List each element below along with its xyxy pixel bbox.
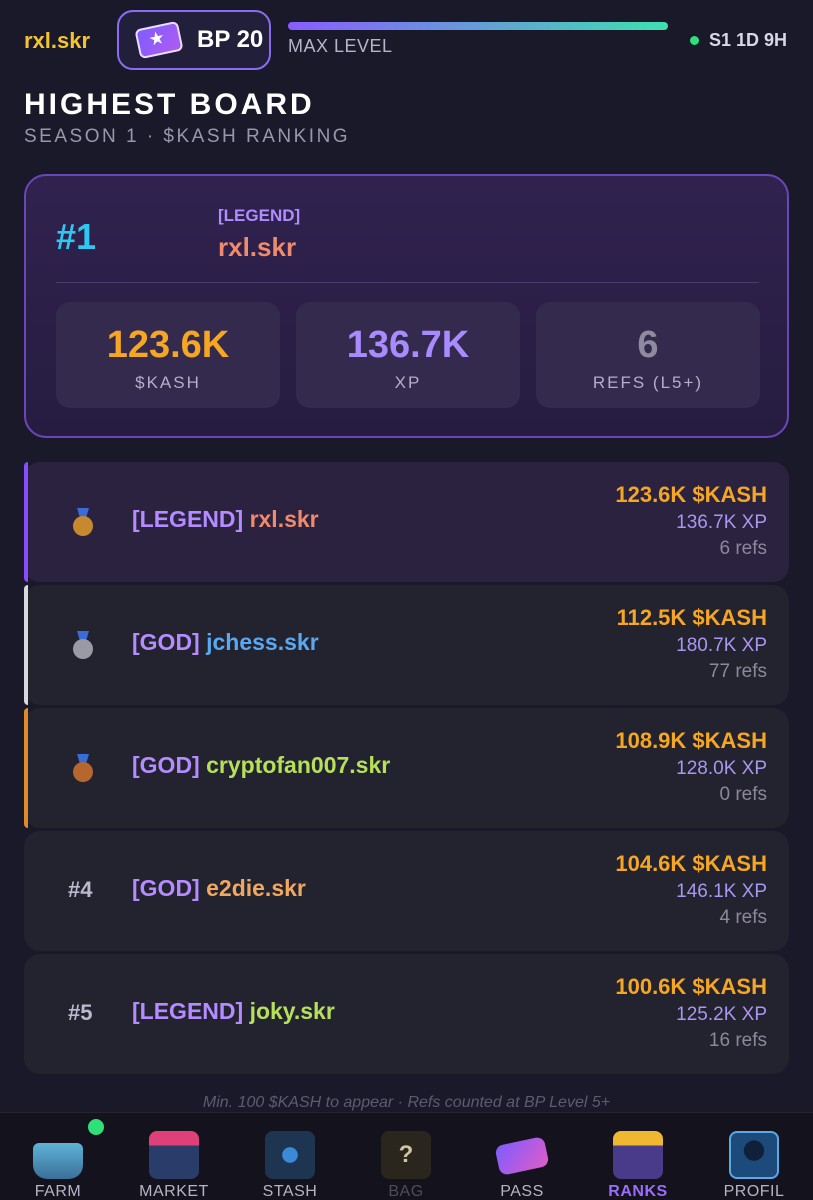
stat-value: 6 [637, 324, 659, 366]
header-username[interactable]: rxl.skr [24, 28, 90, 54]
nav-farm[interactable]: FARM [0, 1113, 116, 1200]
nav-stash[interactable]: STASH [232, 1113, 348, 1200]
row-tier: [GOD] [132, 875, 200, 901]
row-xp: 146.1K XP [676, 881, 767, 902]
row-accent [24, 462, 28, 582]
stat-label: REFS (L5+) [592, 373, 704, 392]
gold-medal-icon [72, 508, 94, 536]
vault-icon [265, 1131, 315, 1179]
bottom-nav: FARM MARKET STASH ? BAG PASS RANKS PROFI… [0, 1112, 813, 1200]
row-rank: #5 [68, 1000, 93, 1025]
leaderboard-row[interactable]: [GOD] cryptofan007.skr 108.9K $KASH 128.… [24, 708, 789, 828]
silver-medal-icon [72, 631, 94, 659]
nav-label: RANKS [608, 1183, 668, 1200]
row-xp: 128.0K XP [676, 758, 767, 779]
leaderboard-row[interactable]: #4 [GOD] e2die.skr 104.6K $KASH 146.1K X… [24, 831, 789, 951]
row-stats: 100.6K $KASH 125.2K XP 16 refs [615, 974, 767, 1052]
my-rank-card: #1 [LEGEND] rxl.skr 123.6K $KASH 136.7K … [24, 174, 789, 438]
nav-pass[interactable]: PASS [464, 1113, 580, 1200]
leaderboard-row[interactable]: #5 [LEGEND] joky.skr 100.6K $KASH 125.2K… [24, 954, 789, 1074]
row-tier: [GOD] [132, 752, 200, 778]
row-player: [LEGEND] joky.skr [132, 998, 335, 1025]
nav-label: FARM [34, 1183, 82, 1200]
row-refs: 6 refs [719, 538, 767, 559]
leaderboard-row[interactable]: [LEGEND] rxl.skr 123.6K $KASH 136.7K XP … [24, 462, 789, 582]
stat-label: $KASH [135, 373, 201, 392]
notification-dot [88, 1119, 104, 1135]
profile-icon [729, 1131, 779, 1179]
page-title: HIGHEST BOARD [24, 88, 315, 121]
row-stats: 123.6K $KASH 136.7K XP 6 refs [615, 482, 767, 560]
row-name: rxl.skr [249, 506, 319, 532]
nav-label: MARKET [139, 1183, 209, 1200]
nav-ranks[interactable]: RANKS [580, 1113, 696, 1200]
stat-kash: 123.6K $KASH [56, 302, 280, 408]
row-rank: #4 [68, 877, 93, 902]
nav-profil[interactable]: PROFIL [696, 1113, 812, 1200]
mystery-bag-icon: ? [381, 1131, 431, 1179]
my-tier-label: [LEGEND] [218, 206, 301, 225]
battle-pass-button[interactable]: BP 20 [117, 10, 271, 70]
planter-icon [33, 1143, 83, 1179]
leaderboard-row[interactable]: [GOD] jchess.skr 112.5K $KASH 180.7K XP … [24, 585, 789, 705]
bronze-medal-icon [72, 754, 94, 782]
row-kash: 108.9K $KASH [615, 728, 767, 753]
trophy-icon [613, 1131, 663, 1179]
stat-refs: 6 REFS (L5+) [536, 302, 760, 408]
row-refs: 16 refs [708, 1030, 767, 1051]
live-status-dot [689, 36, 699, 45]
nav-label: PROFIL [723, 1183, 785, 1200]
row-stats: 108.9K $KASH 128.0K XP 0 refs [615, 728, 767, 806]
level-progress-label: MAX LEVEL [288, 36, 393, 56]
ticket-icon [494, 1136, 550, 1176]
row-refs: 77 refs [708, 661, 767, 682]
row-stats: 104.6K $KASH 146.1K XP 4 refs [615, 851, 767, 929]
my-rank-number: #1 [56, 216, 97, 257]
row-tier: [LEGEND] [132, 506, 244, 532]
row-kash: 112.5K $KASH [616, 605, 767, 630]
row-name: jchess.skr [206, 629, 319, 655]
row-kash: 123.6K $KASH [615, 482, 767, 507]
level-progress-bar [288, 22, 668, 30]
nav-label: BAG [388, 1183, 424, 1200]
row-xp: 136.7K XP [676, 512, 767, 533]
row-player: [GOD] e2die.skr [132, 875, 306, 902]
row-player: [LEGEND] rxl.skr [132, 506, 319, 533]
row-refs: 4 refs [719, 907, 767, 928]
row-name: e2die.skr [206, 875, 306, 901]
page-subtitle: SEASON 1 · $KASH RANKING [24, 126, 351, 147]
market-stall-icon [149, 1131, 199, 1179]
battle-pass-level: BP 20 [197, 26, 264, 53]
stat-xp: 136.7K XP [296, 302, 520, 408]
stat-value: 136.7K [346, 324, 470, 366]
season-timer: S1 1D 9H [689, 30, 787, 51]
row-kash: 104.6K $KASH [615, 851, 767, 876]
row-accent [24, 708, 28, 828]
row-accent [24, 585, 28, 705]
row-stats: 112.5K $KASH 180.7K XP 77 refs [617, 605, 767, 683]
row-refs: 0 refs [719, 784, 767, 805]
season-timer-text: S1 1D 9H [708, 30, 787, 50]
stat-label: XP [394, 373, 422, 392]
divider [56, 282, 759, 283]
stat-value: 123.6K [106, 324, 230, 366]
nav-market[interactable]: MARKET [116, 1113, 232, 1200]
my-player-name: rxl.skr [218, 232, 297, 262]
row-name: cryptofan007.skr [206, 752, 391, 778]
row-tier: [LEGEND] [132, 998, 244, 1024]
row-player: [GOD] cryptofan007.skr [132, 752, 390, 779]
row-kash: 100.6K $KASH [615, 974, 767, 999]
row-xp: 180.7K XP [676, 635, 767, 656]
nav-label: PASS [500, 1183, 544, 1200]
row-player: [GOD] jchess.skr [132, 629, 319, 656]
row-xp: 125.2K XP [676, 1004, 767, 1025]
row-name: joky.skr [249, 998, 335, 1024]
leaderboard-footnote: Min. 100 $KASH to appear · Refs counted … [202, 1094, 611, 1111]
ticket-icon [134, 20, 184, 60]
top-bar: rxl.skr BP 20 MAX LEVEL S1 1D 9H [0, 0, 813, 80]
row-tier: [GOD] [132, 629, 200, 655]
nav-label: STASH [262, 1183, 318, 1200]
nav-bag[interactable]: ? BAG [348, 1113, 464, 1200]
